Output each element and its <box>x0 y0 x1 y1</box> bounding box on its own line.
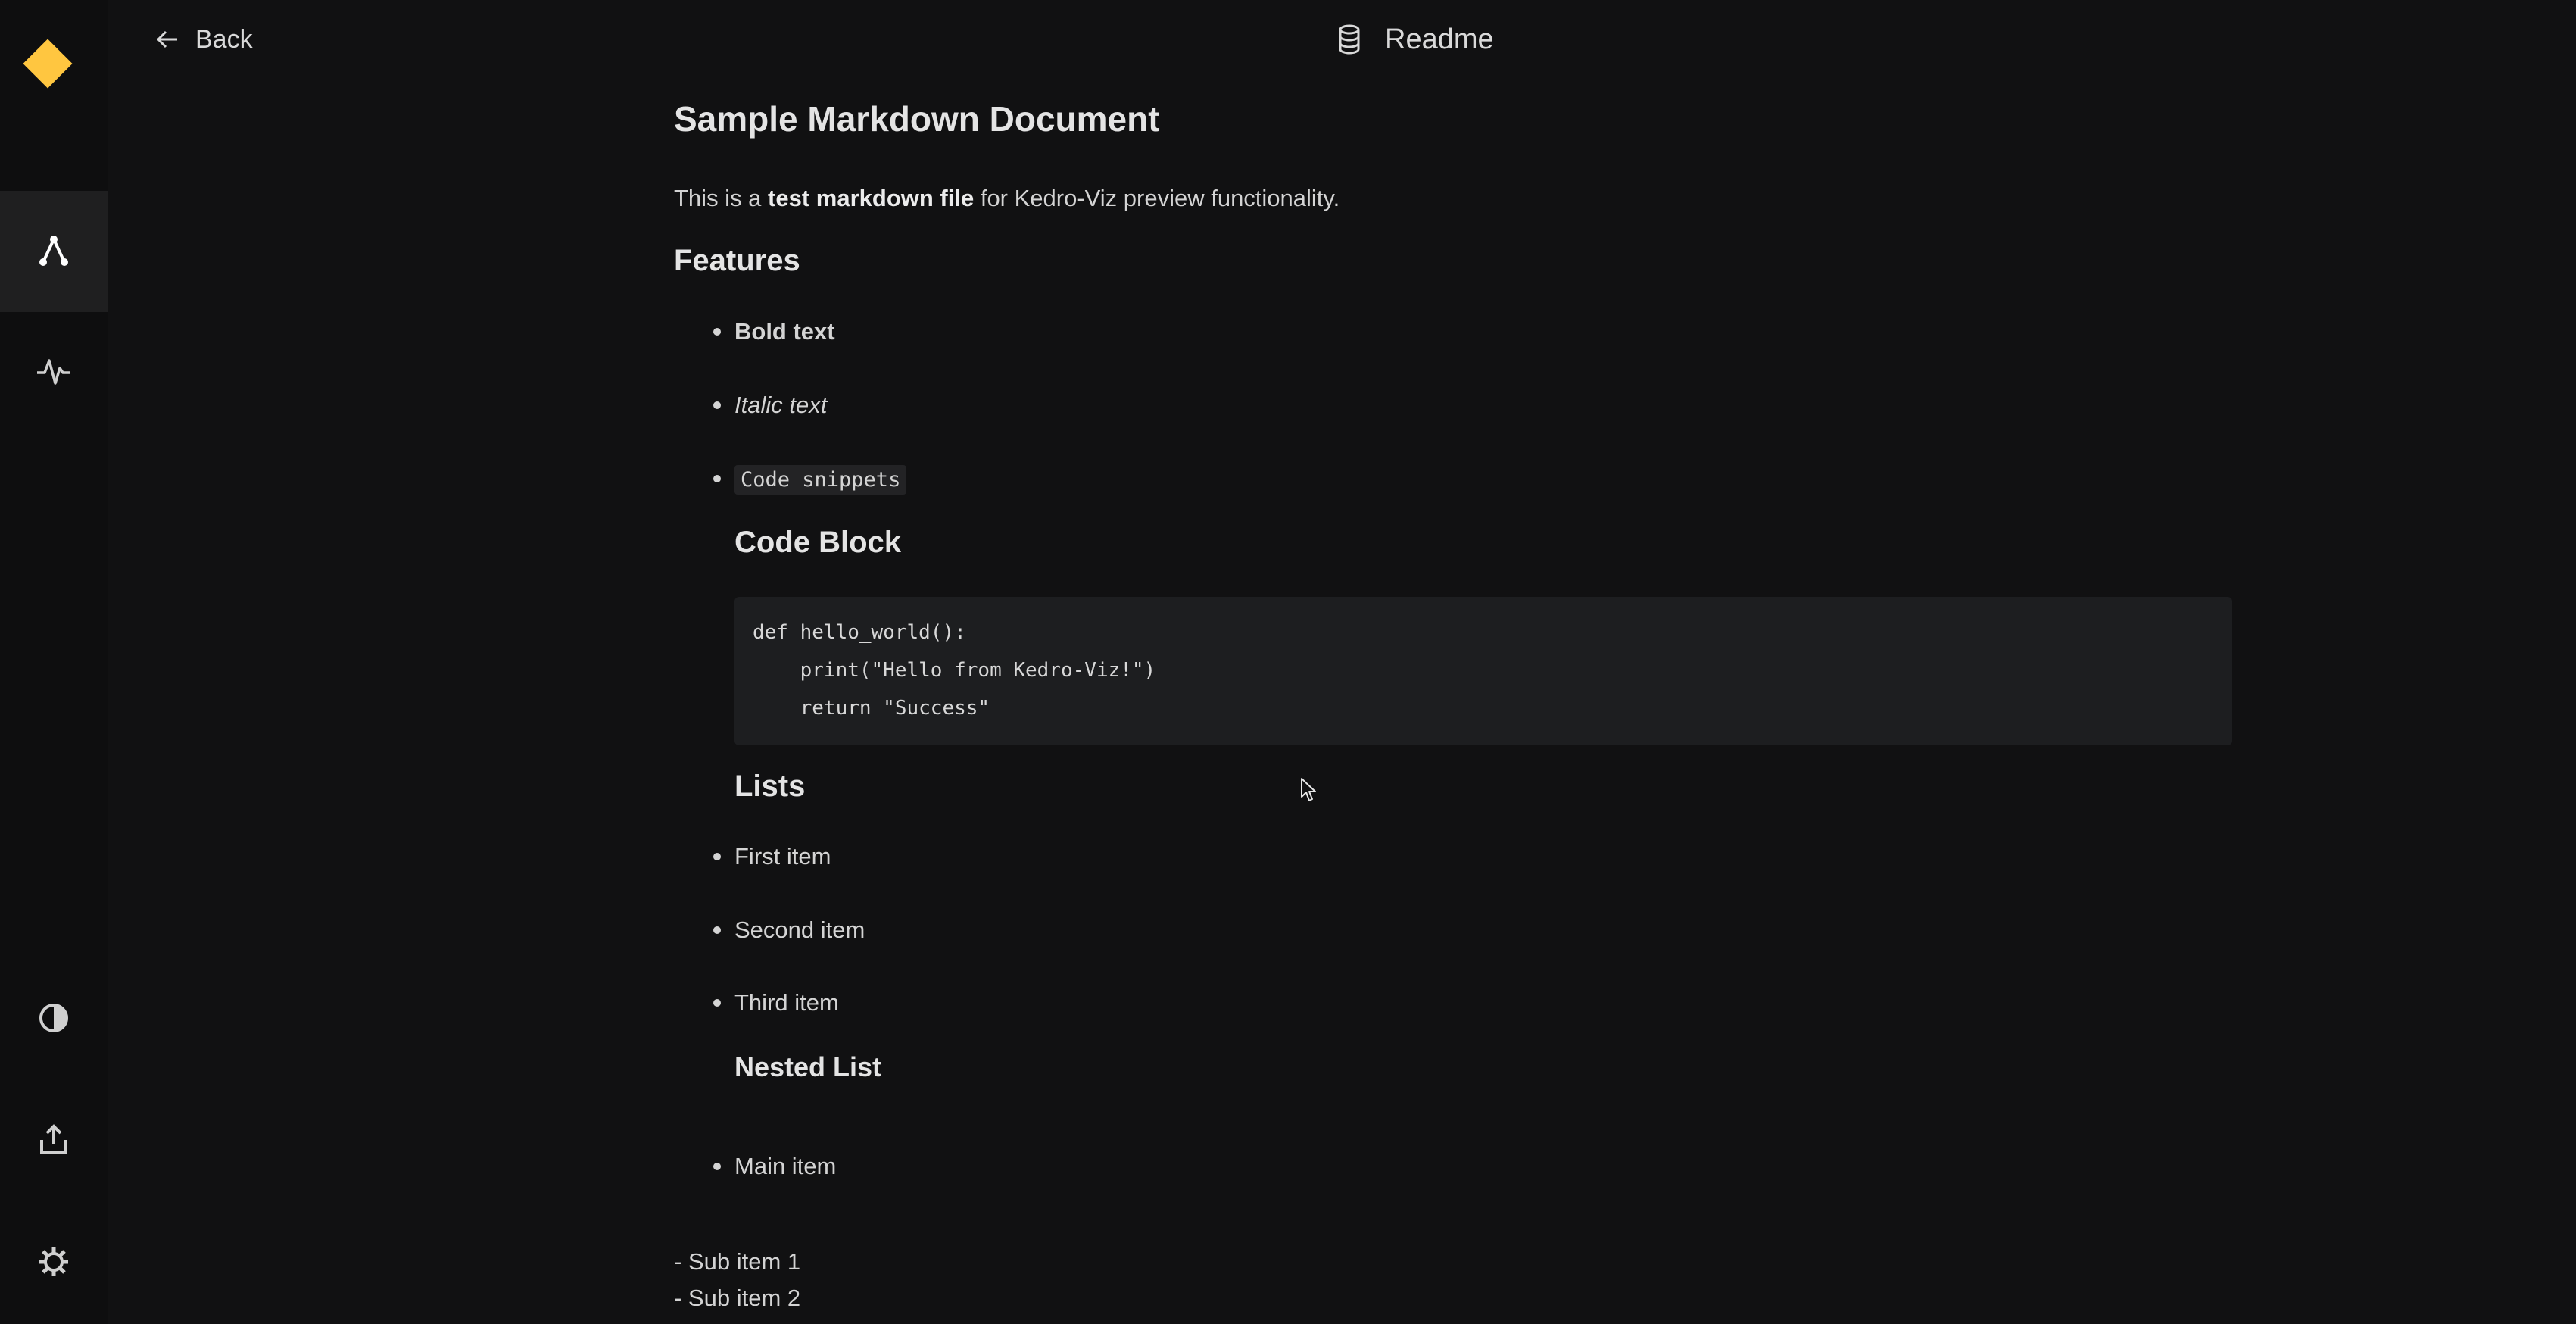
page-title-text: Readme <box>1385 23 1494 55</box>
list-item: Main item <box>713 1153 837 1179</box>
experiment-tracking-icon <box>37 359 70 385</box>
list-item: Second item <box>713 916 865 943</box>
mouse-cursor-icon <box>1301 778 1316 801</box>
flowchart-nav-button[interactable] <box>0 191 108 312</box>
settings-button[interactable] <box>0 1201 108 1322</box>
feature-italic: Italic text <box>734 392 828 418</box>
nested-list-heading: Nested List <box>734 1051 882 1082</box>
list-item: Code snippets <box>713 465 907 495</box>
main-content: Back Readme Sample Markdown Document Thi… <box>108 0 2576 1324</box>
back-label: Back <box>195 24 253 54</box>
top-bar: Back Readme <box>108 0 2576 79</box>
dataset-icon <box>1339 24 1360 55</box>
code-block: def hello_world(): print("Hello from Ked… <box>734 597 2232 745</box>
page-title: Readme <box>1338 20 1494 59</box>
flowchart-icon <box>39 236 68 266</box>
theme-toggle-icon <box>39 1004 68 1032</box>
intro-text-post: for Kedro-Viz preview functionality. <box>974 185 1340 211</box>
feature-code: Code snippets <box>734 465 907 495</box>
experiment-tracking-nav-button[interactable] <box>0 311 108 432</box>
list-item: First item <box>713 843 831 870</box>
doc-title: Sample Markdown Document <box>674 99 1160 139</box>
arrow-left-icon <box>156 30 177 48</box>
features-heading: Features <box>674 244 800 277</box>
intro-text-pre: This is a <box>674 185 769 211</box>
intro-text-bold: test markdown file <box>768 185 975 211</box>
intro-paragraph: This is a test markdown file for Kedro-V… <box>674 185 1339 212</box>
lists-heading: Lists <box>734 770 806 803</box>
code-block-heading: Code Block <box>734 526 902 559</box>
list-item: Italic text <box>713 392 828 419</box>
export-button[interactable] <box>0 1079 108 1200</box>
sub-item: - Sub item 2 <box>674 1285 801 1306</box>
settings-icon <box>39 1247 68 1276</box>
list-item: Third item <box>713 989 839 1016</box>
export-icon <box>40 1124 67 1154</box>
list-item: Bold text <box>713 318 835 345</box>
sub-item: - Sub item 1 <box>674 1248 801 1275</box>
sidebar <box>0 0 108 1324</box>
feature-bold: Bold text <box>734 318 835 345</box>
kedro-logo-icon[interactable] <box>23 39 73 89</box>
back-button[interactable]: Back <box>156 20 253 59</box>
theme-toggle-button[interactable] <box>0 957 108 1079</box>
